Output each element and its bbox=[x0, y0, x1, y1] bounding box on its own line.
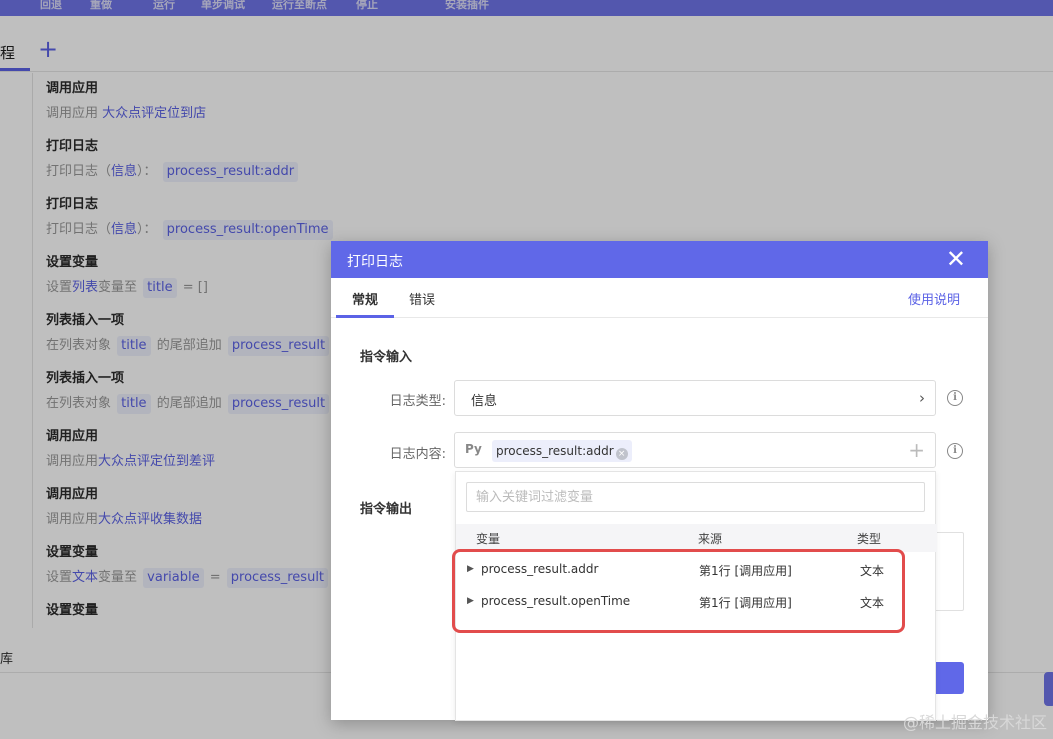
variable-tag: process_result:addr × bbox=[492, 440, 632, 462]
dialog-header: 打印日志 ✕ bbox=[331, 241, 988, 278]
column-variable: 变量 bbox=[476, 532, 501, 546]
python-icon[interactable]: Py bbox=[465, 442, 482, 456]
info-icon[interactable]: i bbox=[947, 390, 963, 406]
tab-general[interactable]: 常规 bbox=[352, 289, 378, 308]
column-type: 类型 bbox=[857, 532, 882, 546]
tab-error[interactable]: 错误 bbox=[409, 289, 435, 308]
highlight-annotation bbox=[452, 549, 905, 633]
log-type-label: 日志类型: bbox=[389, 394, 446, 409]
chevron-right-icon: › bbox=[919, 389, 925, 407]
tab-active-indicator bbox=[336, 315, 394, 318]
input-section-title: 指令输入 bbox=[360, 350, 413, 365]
plus-icon[interactable]: + bbox=[908, 439, 925, 461]
variable-table-header: 变量 来源 类型 bbox=[456, 524, 937, 552]
column-source: 来源 bbox=[698, 532, 723, 546]
dialog-title: 打印日志 bbox=[347, 254, 403, 270]
log-type-select[interactable]: 信息 › bbox=[454, 380, 936, 416]
close-icon[interactable]: ✕ bbox=[946, 245, 966, 273]
remove-tag-icon[interactable]: × bbox=[615, 448, 628, 460]
dialog-tabs: 常规 错误 使用说明 bbox=[331, 278, 988, 318]
log-content-label: 日志内容: bbox=[389, 447, 446, 462]
output-field[interactable] bbox=[934, 532, 964, 611]
variable-tag-label: process_result:addr bbox=[496, 444, 614, 458]
log-content-input[interactable]: Py process_result:addr × + bbox=[454, 432, 936, 468]
watermark: @稀土掘金技术社区 bbox=[902, 713, 1047, 732]
info-icon[interactable]: i bbox=[947, 443, 963, 459]
log-type-value: 信息 bbox=[471, 394, 498, 409]
output-section-title: 指令输出 bbox=[360, 502, 413, 517]
help-link[interactable]: 使用说明 bbox=[908, 289, 960, 308]
variable-filter-input[interactable] bbox=[466, 482, 925, 512]
